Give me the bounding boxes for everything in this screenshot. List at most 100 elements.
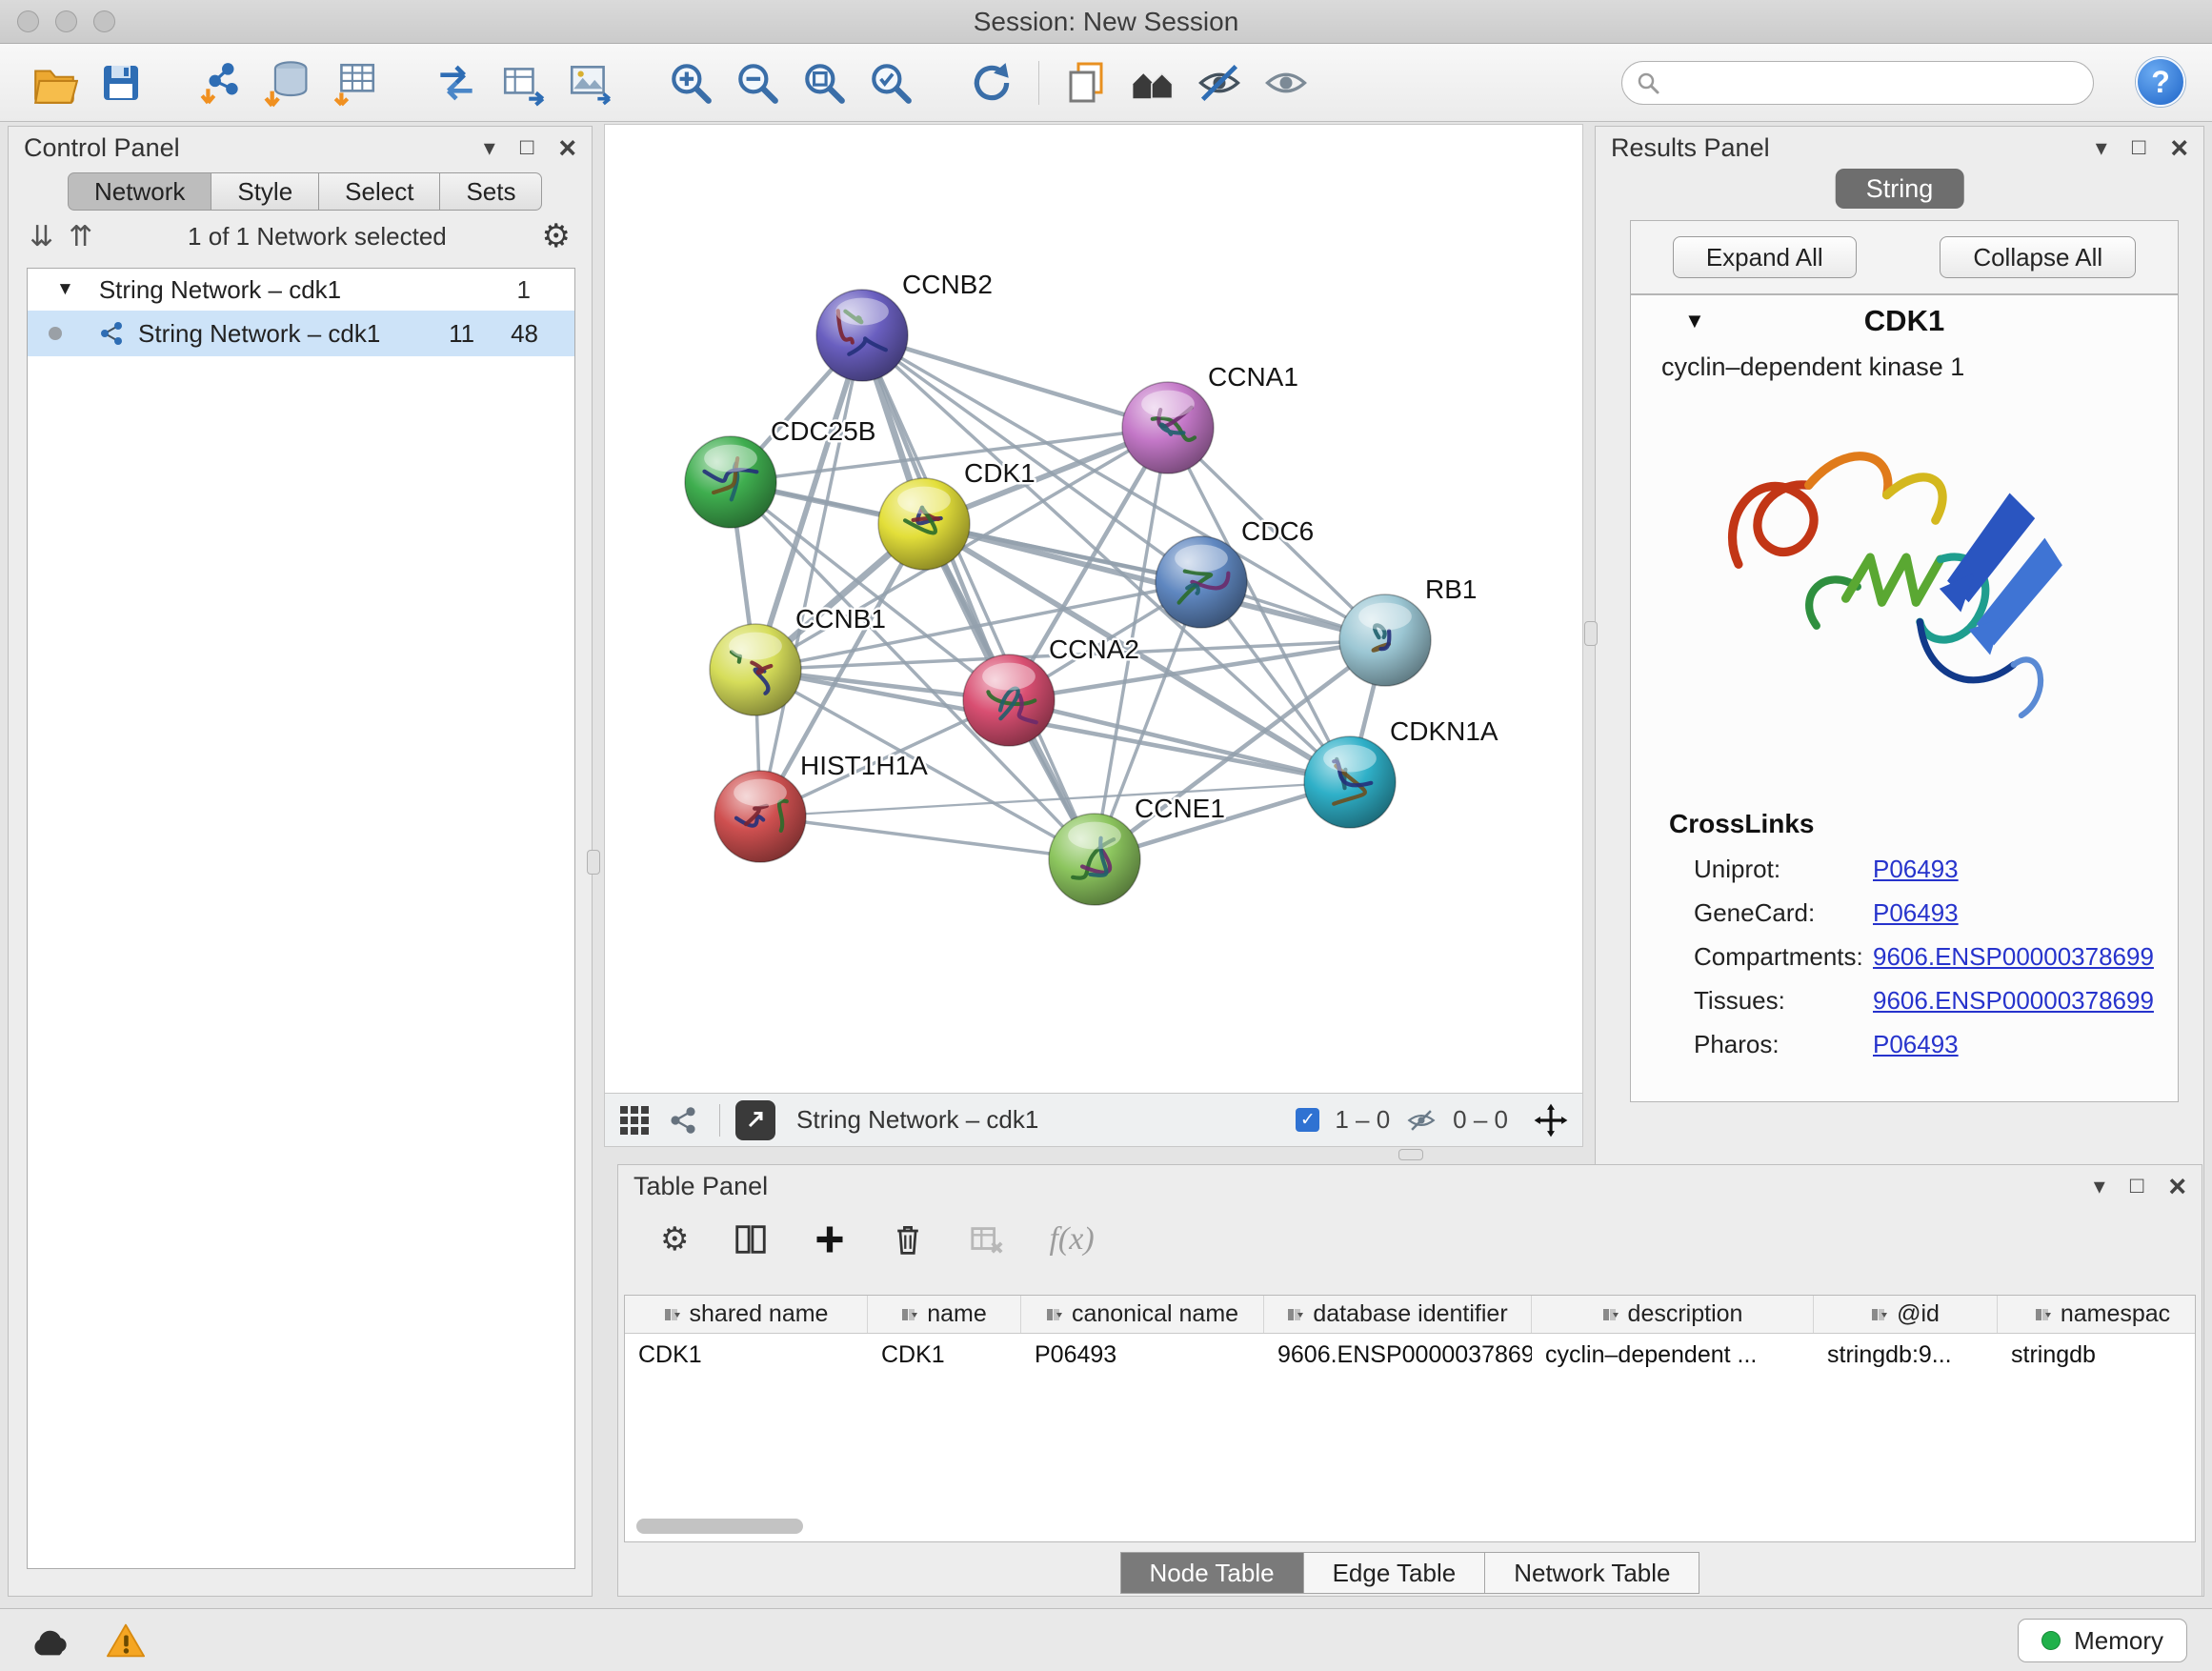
control-tab-network[interactable]: Network: [68, 172, 211, 211]
expand-collapse-bar: Expand All Collapse All: [1630, 220, 2179, 294]
panel-resize-handle[interactable]: [1584, 621, 1598, 646]
table-cell[interactable]: stringdb: [1998, 1334, 2196, 1376]
collapse-panel-icon[interactable]: ▾: [2096, 134, 2107, 162]
import-network-file-icon[interactable]: [194, 55, 250, 111]
table-options-gear-icon[interactable]: ⚙: [660, 1220, 689, 1258]
network-node-HIST1H1A[interactable]: [714, 771, 806, 862]
network-node-CDK1[interactable]: [878, 478, 970, 570]
selected-nodes-checkbox[interactable]: ✓: [1296, 1108, 1319, 1132]
control-tab-select[interactable]: Select: [319, 172, 440, 211]
collapse-section-icon[interactable]: ▼: [1684, 309, 1705, 333]
close-panel-icon[interactable]: ×: [558, 133, 576, 162]
zoom-window-button[interactable]: [93, 10, 115, 32]
zoom-selected-icon[interactable]: [863, 55, 918, 111]
table-tab-edge-table[interactable]: Edge Table: [1304, 1552, 1486, 1594]
network-options-gear-icon[interactable]: ⚙: [542, 217, 571, 255]
add-column-icon[interactable]: [813, 1222, 847, 1257]
expand-all-icon[interactable]: ⇈: [69, 220, 92, 253]
minimize-window-button[interactable]: [55, 10, 77, 32]
annotation-mode-button[interactable]: [735, 1100, 775, 1140]
warning-icon[interactable]: [99, 1619, 152, 1662]
network-node-CCNB1[interactable]: [710, 624, 801, 715]
network-selector-row: ⇊ ⇈ 1 of 1 Network selected ⚙: [9, 211, 592, 262]
crosslink-link[interactable]: P06493: [1873, 855, 1959, 884]
network-row-selected[interactable]: String Network – cdk1 11 48: [28, 311, 574, 356]
tree-expand-icon[interactable]: ▼: [56, 279, 74, 300]
close-window-button[interactable]: [17, 10, 39, 32]
sphere-highlight: [1141, 391, 1195, 418]
float-panel-icon[interactable]: □: [2130, 1173, 2144, 1199]
network-collection-row[interactable]: ▼ String Network – cdk1 1: [28, 269, 574, 311]
table-tab-network-table[interactable]: Network Table: [1485, 1552, 1699, 1594]
show-columns-icon[interactable]: [733, 1221, 769, 1258]
export-image-icon[interactable]: [562, 55, 617, 111]
panel-resize-handle[interactable]: [587, 850, 600, 875]
collapse-all-icon[interactable]: ⇊: [30, 220, 53, 253]
float-panel-icon[interactable]: □: [520, 134, 534, 161]
table-cell[interactable]: stringdb:9...: [1814, 1334, 1998, 1376]
help-button[interactable]: ?: [2136, 57, 2185, 107]
network-node-CCNA2[interactable]: [963, 654, 1055, 746]
table-cell[interactable]: 9606.ENSP00000378699: [1264, 1334, 1532, 1376]
table-cell[interactable]: CDK1: [625, 1334, 868, 1376]
zoom-out-icon[interactable]: [730, 55, 785, 111]
birdseye-view-icon[interactable]: [1125, 55, 1180, 111]
show-all-icon[interactable]: [1258, 55, 1314, 111]
cloud-status-icon[interactable]: [23, 1619, 76, 1662]
collapse-panel-icon[interactable]: ▾: [2094, 1173, 2105, 1200]
collapse-panel-icon[interactable]: ▾: [484, 134, 495, 162]
network-node-CDKN1A[interactable]: [1304, 736, 1396, 828]
import-network-database-icon[interactable]: [261, 55, 316, 111]
crosslink-link[interactable]: P06493: [1873, 898, 1959, 928]
memory-button[interactable]: Memory: [2018, 1619, 2187, 1662]
table-tab-node-table[interactable]: Node Table: [1120, 1552, 1304, 1594]
control-panel: Control Panel ▾ □ × NetworkStyleSelectSe…: [8, 126, 593, 1597]
crosslink-link[interactable]: P06493: [1873, 1030, 1959, 1059]
network-node-CCNA1[interactable]: [1122, 382, 1214, 473]
network-view-canvas[interactable]: CCNB2CCNA1CDC25BCDK1CDC6RB1CCNB1CCNA2CDK…: [604, 124, 1583, 1094]
close-panel-icon[interactable]: ×: [2168, 1172, 2186, 1200]
column-header-canonical-name[interactable]: canonical name: [1021, 1296, 1264, 1333]
tab-string[interactable]: String: [1836, 169, 1964, 209]
export-network-icon[interactable]: [429, 55, 484, 111]
expand-all-button[interactable]: Expand All: [1673, 236, 1857, 278]
import-table-icon[interactable]: [328, 55, 383, 111]
float-panel-icon[interactable]: □: [2132, 134, 2146, 161]
crosslink-link[interactable]: 9606.ENSP00000378699: [1873, 942, 2154, 972]
grid-view-icon[interactable]: [618, 1104, 651, 1137]
column-header-description[interactable]: description: [1532, 1296, 1814, 1333]
open-session-icon[interactable]: [27, 55, 82, 111]
zoom-in-icon[interactable]: [663, 55, 718, 111]
table-horizontal-scrollbar[interactable]: [636, 1519, 803, 1534]
column-header-name[interactable]: name: [868, 1296, 1021, 1333]
export-table-icon[interactable]: [495, 55, 551, 111]
panel-resize-handle[interactable]: [1398, 1149, 1423, 1160]
save-session-icon[interactable]: [93, 55, 149, 111]
refresh-icon[interactable]: [964, 55, 1019, 111]
table-cell[interactable]: CDK1: [868, 1334, 1021, 1376]
network-node-RB1[interactable]: [1339, 594, 1431, 686]
network-node-CDC25B[interactable]: [685, 436, 776, 528]
table-cell[interactable]: P06493: [1021, 1334, 1264, 1376]
control-tab-style[interactable]: Style: [211, 172, 319, 211]
column-header-namespac[interactable]: namespac: [1998, 1296, 2196, 1333]
column-header-database-identifier[interactable]: database identifier: [1264, 1296, 1532, 1333]
column-header-@id[interactable]: @id: [1814, 1296, 1998, 1333]
control-tab-sets[interactable]: Sets: [440, 172, 542, 211]
network-node-CCNE1[interactable]: [1049, 814, 1140, 905]
network-node-CDC6[interactable]: [1156, 536, 1247, 628]
hide-selected-icon[interactable]: [1192, 55, 1247, 111]
network-node-CCNB2[interactable]: [816, 290, 908, 381]
table-cell[interactable]: cyclin–dependent ...: [1532, 1334, 1814, 1376]
close-panel-icon[interactable]: ×: [2170, 133, 2188, 162]
collapse-all-button[interactable]: Collapse All: [1940, 236, 2136, 278]
clone-network-icon[interactable]: [1058, 55, 1114, 111]
column-header-shared-name[interactable]: shared name: [625, 1296, 868, 1333]
delete-column-icon[interactable]: [891, 1222, 925, 1257]
network-overview-icon[interactable]: [668, 1105, 698, 1136]
pan-move-icon[interactable]: [1533, 1102, 1569, 1138]
table-row[interactable]: CDK1CDK1P064939606.ENSP00000378699cyclin…: [625, 1334, 2195, 1376]
zoom-fit-icon[interactable]: [796, 55, 852, 111]
crosslink-link[interactable]: 9606.ENSP00000378699: [1873, 986, 2154, 1016]
search-input[interactable]: [1670, 69, 2070, 98]
